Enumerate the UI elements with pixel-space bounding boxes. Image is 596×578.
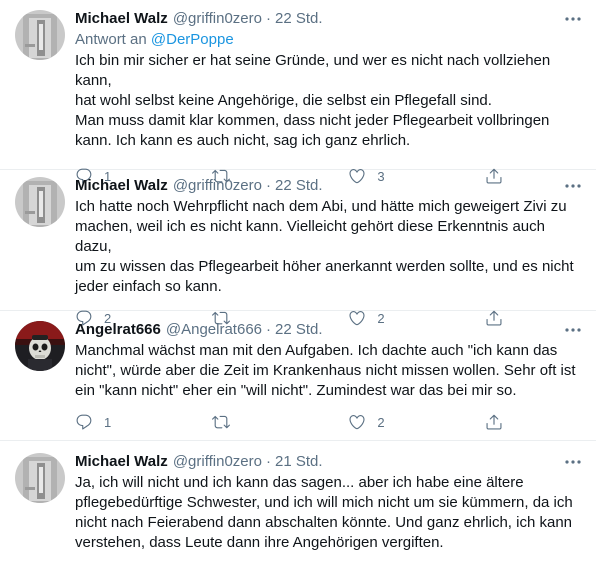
tweet-actions: 1 2 xyxy=(75,412,505,432)
tweet-header: Michael Walz @griffin0zero · 22 Std. xyxy=(75,9,582,29)
tweet-text-line: kann. Ich kann es auch nicht, sag ich ga… xyxy=(75,132,411,149)
share-button[interactable] xyxy=(485,413,505,431)
author-name[interactable]: Michael Walz xyxy=(75,452,168,472)
reply-button[interactable]: 1 xyxy=(75,413,212,431)
separator-dot: · xyxy=(265,10,271,27)
tweet-text-line: pflegebedürftige Schwester, und ich will… xyxy=(75,494,573,511)
tweet[interactable]: Michael Walz @griffin0zero · 22 Std. Ant… xyxy=(0,0,596,184)
default-avatar-icon[interactable] xyxy=(15,10,65,60)
author-name[interactable]: Michael Walz xyxy=(75,9,168,29)
tweet-text-line: verstehen, dass Leute dann ihre Angehöri… xyxy=(75,534,444,551)
tweet-text: Manchmal wächst man mit den Aufgaben. Ic… xyxy=(75,341,582,401)
tweet-header: Michael Walz @griffin0zero · 21 Std. xyxy=(75,452,582,472)
conversation-thread: Michael Walz @griffin0zero · 22 Std. Ant… xyxy=(0,0,596,578)
separator-dot: · xyxy=(265,177,271,194)
tweet[interactable]: Michael Walz @griffin0zero · 22 Std. Ich… xyxy=(0,170,596,326)
timestamp[interactable]: 22 Std. xyxy=(275,9,323,29)
separator-dot: · xyxy=(266,321,271,338)
timestamp[interactable]: 22 Std. xyxy=(275,320,323,340)
separator-dot: · xyxy=(265,453,271,470)
retweet-icon xyxy=(212,413,230,431)
tweet-text: Ich hatte noch Wehrpflicht nach dem Abi,… xyxy=(75,197,582,297)
reply-prefix: Antwort an xyxy=(75,31,147,48)
tweet-header: Angelrat666 @Angelrat666 · 22 Std. xyxy=(75,320,582,340)
tweet-text-line: Manchmal wächst man mit den Aufgaben. Ic… xyxy=(75,342,558,359)
like-button[interactable]: 2 xyxy=(348,413,485,431)
author-handle[interactable]: @griffin0zero xyxy=(173,176,262,196)
like-icon xyxy=(348,413,366,431)
tweet-text-line: ein "kann nicht" eher ein "will nicht". … xyxy=(75,382,517,399)
reply-icon xyxy=(75,413,93,431)
tweet[interactable]: Angelrat666 @Angelrat666 · 22 Std. Manch… xyxy=(0,311,596,441)
default-avatar-icon[interactable] xyxy=(15,177,65,227)
retweet-button[interactable] xyxy=(212,413,349,431)
tweet[interactable]: Michael Walz @griffin0zero · 21 Std. Ja,… xyxy=(0,441,596,578)
default-avatar-icon[interactable] xyxy=(15,453,65,503)
tweet-text-line: Ich hatte noch Wehrpflicht nach dem Abi,… xyxy=(75,198,567,215)
like-count: 2 xyxy=(377,414,385,430)
author-handle[interactable]: @griffin0zero xyxy=(173,9,262,29)
more-icon[interactable] xyxy=(564,12,582,26)
author-handle[interactable]: @Angelrat666 xyxy=(166,320,262,340)
more-icon[interactable] xyxy=(564,179,582,193)
share-icon xyxy=(485,413,503,431)
skull-avatar-icon[interactable] xyxy=(15,321,65,371)
tweet-text-line: um zu wissen das Pflegearbeit höher aner… xyxy=(75,258,574,275)
reply-count: 1 xyxy=(104,414,112,430)
tweet-text-line: hat wohl selbst keine Angehörige, die se… xyxy=(75,92,492,109)
timestamp[interactable]: 21 Std. xyxy=(275,452,323,472)
timestamp[interactable]: 22 Std. xyxy=(275,176,323,196)
tweet-header: Michael Walz @griffin0zero · 22 Std. xyxy=(75,176,582,196)
tweet-text-line: nicht", würde aber die Zeit im Krankenha… xyxy=(75,362,576,379)
reply-mention-link[interactable]: @DerPoppe xyxy=(151,31,234,48)
tweet-text-line: machen, weil ich es nicht kann. Vielleic… xyxy=(75,218,545,255)
more-icon[interactable] xyxy=(564,455,582,469)
tweet-text-line: Man muss damit klar kommen, dass nicht j… xyxy=(75,112,550,129)
author-name[interactable]: Angelrat666 xyxy=(75,320,161,340)
tweet-text-line: nicht nach Feierabend dann abschalten kö… xyxy=(75,514,572,531)
reply-context: Antwort an @DerPoppe xyxy=(75,30,582,50)
tweet-text-line: jeder einfach so kann. xyxy=(75,278,222,295)
author-handle[interactable]: @griffin0zero xyxy=(173,452,262,472)
more-icon[interactable] xyxy=(564,323,582,337)
author-name[interactable]: Michael Walz xyxy=(75,176,168,196)
tweet-text: Ich bin mir sicher er hat seine Gründe, … xyxy=(75,51,582,151)
tweet-text-line: Ja, ich will nicht und ich kann das sage… xyxy=(75,474,524,491)
tweet-text: Ja, ich will nicht und ich kann das sage… xyxy=(75,473,582,553)
tweet-text-line: Ich bin mir sicher er hat seine Gründe, … xyxy=(75,52,551,89)
